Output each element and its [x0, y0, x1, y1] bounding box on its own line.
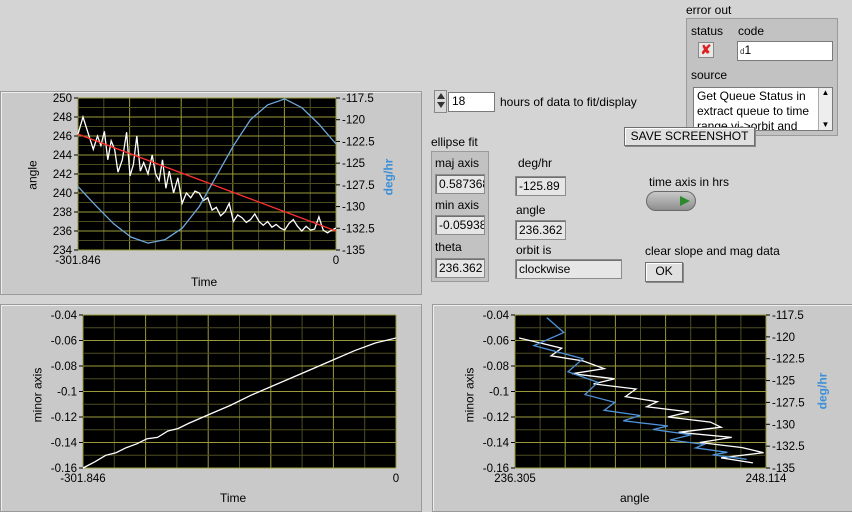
y-tick-label: 236	[53, 226, 72, 238]
y-tick-label: -0.14	[51, 438, 78, 450]
time-axis-toggle[interactable]	[646, 191, 696, 211]
y2-tick-label: -122.5	[342, 136, 375, 148]
theta-label: theta	[435, 240, 462, 254]
y2-tick-label: -117.5	[342, 93, 374, 105]
y-tick-label: 238	[53, 207, 72, 219]
x-tick-label: 236.305	[494, 473, 536, 485]
orbit-label: orbit is	[516, 243, 552, 257]
y2-tick-label: -132.5	[342, 223, 375, 235]
deghr-label: deg/hr	[518, 156, 553, 170]
graph1-y2label: deg/hr	[381, 158, 396, 196]
y2-tick-label: -125	[342, 158, 365, 170]
y-tick-label: -0.12	[51, 412, 77, 424]
hours-input[interactable]: 18	[448, 92, 495, 112]
error-status-icon: ✘	[698, 42, 714, 58]
y-tick-label: -0.12	[483, 412, 509, 424]
hours-label: hours of data to fit/display	[500, 95, 637, 109]
y2-tick-label: -120	[342, 115, 365, 127]
minor-axis-angle-graph: -0.04-0.06-0.08-0.1-0.12-0.14-0.16-117.5…	[483, 310, 805, 485]
y-tick-label: 242	[53, 169, 72, 181]
save-screenshot-button[interactable]: SAVE SCREENSHOT	[624, 127, 755, 146]
x-tick-label: 0	[333, 255, 339, 267]
y2-tick-label: -132.5	[772, 441, 805, 453]
status-label: status	[691, 24, 724, 38]
x-tick-label: 0	[393, 473, 399, 485]
y2-tick-label: -122.5	[772, 354, 805, 366]
y2-tick-label: -127.5	[772, 397, 805, 409]
source-scrollbar[interactable]: ▲ ▼	[818, 88, 832, 130]
source-textbox: Get Queue Status in extract queue to tim…	[693, 87, 833, 131]
x-tick-label: 248.114	[746, 473, 787, 485]
y2-tick-label: -130	[772, 419, 795, 431]
y-tick-label: -0.14	[483, 438, 510, 450]
angle-time-graph: 250248246244242240238236234-117.5-120-12…	[53, 93, 375, 267]
y-tick-label: -0.06	[51, 336, 77, 348]
graph3-y2label: deg/hr	[815, 372, 830, 410]
y-tick-label: -0.08	[483, 361, 509, 373]
y-tick-label: 240	[53, 188, 72, 200]
min-axis-label: min axis	[435, 198, 480, 212]
y-tick-label: -0.04	[483, 310, 510, 322]
y2-tick-label: -135	[342, 245, 365, 257]
code-value: 1	[744, 43, 752, 57]
y-tick-label: 250	[53, 93, 72, 105]
minor-axis-time-graph: -0.04-0.06-0.08-0.1-0.12-0.14-0.16-301.8…	[51, 310, 399, 485]
deghr-value: -125.89	[515, 176, 566, 196]
maj-axis-label: maj axis	[435, 156, 480, 170]
graph3-xlabel: angle	[620, 491, 650, 505]
code-field: d1	[737, 41, 833, 61]
y-tick-label: -0.04	[51, 310, 78, 322]
y-tick-label: 244	[53, 150, 73, 162]
time-axis-label: time axis in hrs	[649, 175, 730, 189]
y-tick-label: -0.1	[57, 387, 77, 399]
orbit-value: clockwise	[515, 259, 622, 279]
ellipse-fit-label: ellipse fit	[431, 135, 478, 149]
y2-tick-label: -127.5	[342, 180, 375, 192]
source-label: source	[691, 68, 728, 82]
graph1-xlabel: Time	[191, 275, 218, 289]
y-tick-label: -0.06	[483, 336, 509, 348]
maj-axis-value: 0.587368	[435, 174, 485, 194]
x-tick-label: -301.846	[60, 473, 105, 485]
clear-data-label: clear slope and mag data	[645, 244, 780, 258]
y2-tick-label: -117.5	[772, 310, 804, 322]
y-tick-label: -0.1	[489, 387, 509, 399]
y2-tick-label: -130	[342, 202, 365, 214]
hours-spinner[interactable]	[434, 90, 447, 113]
code-label: code	[738, 24, 765, 38]
y2-tick-label: -125	[772, 376, 795, 388]
theta-value: 236.362	[435, 258, 485, 278]
ok-button[interactable]: OK	[645, 262, 683, 282]
graph1-ylabel: angle	[25, 160, 40, 190]
increment-arrow-icon[interactable]	[436, 93, 445, 99]
angle-label: angle	[516, 203, 546, 217]
y-tick-label: 248	[53, 112, 72, 124]
scroll-down-icon[interactable]: ▼	[819, 120, 832, 130]
scroll-up-icon[interactable]: ▲	[819, 88, 832, 98]
y-tick-label: 246	[53, 131, 72, 143]
toggle-indicator-icon	[680, 196, 690, 206]
angle-value: 236.362	[515, 220, 566, 240]
y-tick-label: -0.08	[51, 361, 77, 373]
decrement-arrow-icon[interactable]	[436, 102, 445, 108]
x-tick-label: -301.846	[55, 255, 100, 267]
error-out-title: error out	[686, 3, 732, 17]
min-axis-value: -0.05938	[435, 215, 485, 235]
graph3-ylabel: minor axis	[462, 367, 477, 423]
graph2-ylabel: minor axis	[30, 367, 45, 423]
graph2-xlabel: Time	[220, 491, 247, 505]
y2-tick-label: -120	[772, 332, 795, 344]
source-text: Get Queue Status in extract queue to tim…	[697, 89, 810, 131]
